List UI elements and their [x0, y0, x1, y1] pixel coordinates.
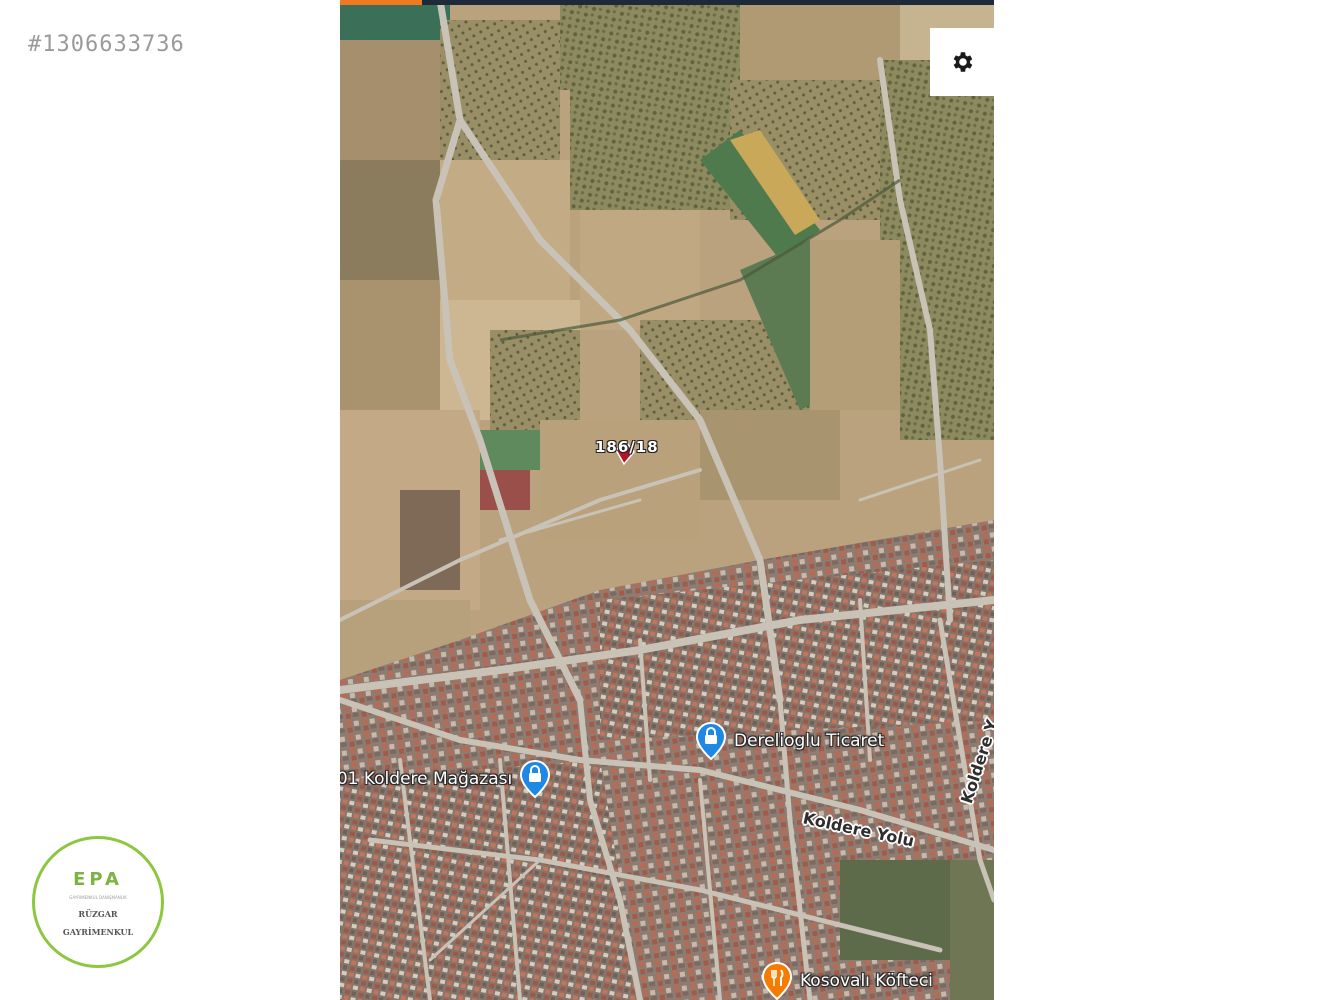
- logo-brand: EPA: [73, 869, 123, 890]
- poi-label: Derelioglu Ticaret: [734, 731, 885, 751]
- restaurant-icon: [762, 962, 792, 1000]
- poi-kosovali-kofteci[interactable]: Kosovalı Köfteci: [762, 962, 933, 1000]
- agency-logo: EPA GAYRIMENKUL DANIŞMANLIK RÜZGAR GAYRİ…: [32, 836, 164, 968]
- satellite-map[interactable]: 186/18 Derelioglu Ticaret 101 Koldere Ma…: [340, 0, 994, 1000]
- lock-icon: [520, 760, 551, 798]
- poi-koldere-magazasi[interactable]: 101 Koldere Mağazası: [340, 760, 551, 798]
- lock-icon: [696, 722, 726, 760]
- listing-photo-page: #1306633736 186/18 Derelioglu Ticaret 10…: [0, 0, 1333, 1000]
- satellite-imagery: [340, 0, 994, 1000]
- listing-id: #1306633736: [28, 32, 185, 57]
- gear-icon: [953, 52, 973, 72]
- poi-label: 101 Koldere Mağazası: [340, 769, 513, 789]
- logo-tagline: GAYRIMENKUL DANIŞMANLIK: [69, 895, 127, 900]
- top-bar: [340, 0, 994, 5]
- poi-derelioglu-ticaret[interactable]: Derelioglu Ticaret: [696, 722, 884, 760]
- settings-button[interactable]: [930, 28, 994, 96]
- logo-subtitle: GAYRİMENKUL: [62, 927, 134, 937]
- top-bar-accent: [340, 0, 422, 5]
- poi-label: Kosovalı Köfteci: [800, 971, 933, 991]
- parcel-label: 186/18: [595, 438, 659, 456]
- logo-name: RÜZGAR: [78, 909, 118, 919]
